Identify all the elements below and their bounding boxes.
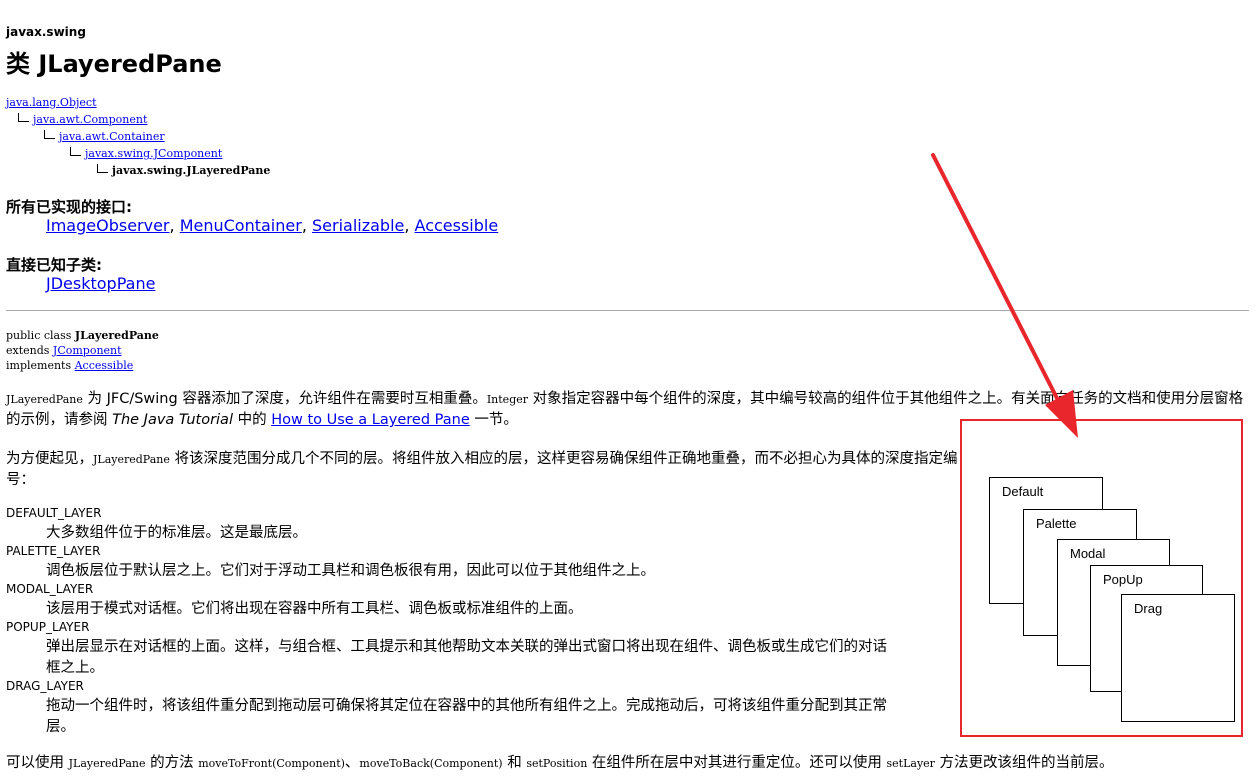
layer-desc-modal: 该层用于模式对话框。它们将出现在容器中所有工具栏、调色板或标准组件的上面。 — [46, 601, 583, 617]
hierarchy-current-class: javax.swing.JLayeredPane — [112, 164, 271, 177]
hierarchy-root: java.lang.Object — [6, 96, 97, 109]
declaration-keyword: public class — [6, 329, 75, 342]
layers-intro-paragraph: 为方便起见，JLayeredPane 将该深度范围分成几个不同的层。将组件放入相… — [6, 449, 976, 491]
interfaces-heading: 所有已实现的接口: — [6, 198, 132, 216]
declaration-class-name: JLayeredPane — [74, 329, 159, 342]
diagram-layer-label: Default — [1002, 484, 1044, 499]
implements-link-accessible[interactable]: Accessible — [75, 359, 134, 372]
hierarchy-level-3: javax.swing.JComponent — [70, 147, 222, 160]
layer-term-popup: POPUP_LAYER — [6, 620, 90, 634]
section-divider — [6, 310, 1249, 311]
code-class-name: JLayeredPane — [68, 757, 146, 770]
tree-elbow — [44, 130, 55, 139]
layer-desc-drag-line1: 拖动一个组件时，将该组件重分配到拖动层可确保将其定位在容器中的其他所有组件之上。… — [46, 698, 887, 714]
layer-desc-palette: 调色板层位于默认层之上。它们对于浮动工具栏和调色板很有用，因此可以位于其他组件之… — [46, 563, 655, 579]
interface-link-serializable[interactable]: Serializable — [312, 216, 404, 235]
paragraph-text: 的方法 — [145, 755, 199, 771]
tree-elbow — [18, 113, 29, 122]
diagram-layer-label: PopUp — [1103, 572, 1143, 587]
package-name: javax.swing — [6, 25, 86, 39]
list-separator: , — [169, 216, 180, 235]
paragraph-text: 方法更改该组件的当前层。 — [934, 755, 1114, 771]
interface-link-imageobserver[interactable]: ImageObserver — [46, 216, 170, 235]
tree-elbow — [70, 147, 81, 156]
intro-text: 中的 — [232, 412, 272, 428]
subclasses-heading: 直接已知子类: — [6, 256, 102, 274]
tutorial-link-layered-pane[interactable]: How to Use a Layered Pane — [271, 412, 470, 428]
hierarchy-link-container[interactable]: java.awt.Container — [59, 130, 165, 143]
layer-desc-popup-line2: 框之上。 — [46, 660, 104, 676]
extends-link-jcomponent[interactable]: JComponent — [53, 344, 122, 357]
code-class-name: JLayeredPane — [6, 393, 83, 406]
layer-term-drag: DRAG_LAYER — [6, 679, 84, 693]
list-separator: , — [404, 216, 415, 235]
hierarchy-level-1: java.awt.Component — [18, 113, 147, 126]
interface-link-accessible[interactable]: Accessible — [415, 216, 499, 235]
code-method-movetofront: moveToFront(Component) — [198, 757, 345, 770]
layer-term-modal: MODAL_LAYER — [6, 582, 94, 596]
code-method-setposition: setPosition — [526, 757, 588, 770]
layer-desc-drag-line2: 层。 — [46, 719, 75, 735]
declaration-line-implements: implements Accessible — [6, 359, 133, 372]
diagram-layer-drag: Drag — [1121, 594, 1235, 722]
layer-term-palette: PALETTE_LAYER — [6, 544, 101, 558]
hierarchy-link-object[interactable]: java.lang.Object — [6, 96, 97, 109]
subclasses-list: JDesktopPane — [46, 274, 155, 293]
declaration-keyword: implements — [6, 359, 75, 372]
paragraph-text: 在组件所在层中对其进行重定位。还可以使用 — [587, 755, 887, 771]
declaration-line-extends: extends JComponent — [6, 344, 122, 357]
paragraph-text: 为方便起见， — [6, 451, 93, 467]
code-method-setlayer: setLayer — [886, 757, 935, 770]
diagram-layer-label: Modal — [1070, 546, 1106, 561]
code-integer: Integer — [486, 393, 528, 406]
intro-text: 一节。 — [469, 412, 518, 428]
layer-desc-default: 大多数组件位于的标准层。这是最底层。 — [46, 525, 307, 541]
declaration-keyword: extends — [6, 344, 53, 357]
subclass-link-jdesktoppane[interactable]: JDesktopPane — [46, 274, 155, 293]
interface-link-menucontainer[interactable]: MenuContainer — [180, 216, 302, 235]
layer-term-default: DEFAULT_LAYER — [6, 506, 102, 520]
diagram-layer-label: Drag — [1134, 601, 1163, 616]
page-title: 类 JLayeredPane — [6, 50, 222, 78]
tutorial-title: The Java Tutorial — [112, 412, 233, 428]
tree-elbow — [97, 164, 108, 173]
hierarchy-level-2: java.awt.Container — [44, 130, 165, 143]
footer-paragraph: 可以使用 JLayeredPane 的方法 moveToFront(Compon… — [6, 753, 1246, 774]
arrow-shaft — [931, 153, 1066, 414]
code-class-name: JLayeredPane — [93, 453, 170, 466]
declaration-line-class: public class JLayeredPane — [6, 329, 159, 342]
list-separator: , — [301, 216, 312, 235]
paragraph-text: 和 — [502, 755, 527, 771]
hierarchy-link-jcomponent[interactable]: javax.swing.JComponent — [85, 147, 222, 160]
diagram-layer-label: Palette — [1036, 516, 1077, 531]
paragraph-text: 可以使用 — [6, 755, 69, 771]
code-method-movetoback: moveToBack(Component) — [359, 757, 503, 770]
paragraph-text: 、 — [344, 755, 360, 771]
intro-text: 为 JFC/Swing 容器添加了深度，允许组件在需要时互相重叠。 — [82, 391, 487, 407]
hierarchy-level-4: javax.swing.JLayeredPane — [97, 164, 270, 177]
hierarchy-link-component[interactable]: java.awt.Component — [33, 113, 147, 126]
interfaces-list: ImageObserver, MenuContainer, Serializab… — [46, 216, 498, 235]
layer-desc-popup-line1: 弹出层显示在对话框的上面。这样，与组合框、工具提示和其他帮助文本关联的弹出式窗口… — [46, 639, 887, 655]
